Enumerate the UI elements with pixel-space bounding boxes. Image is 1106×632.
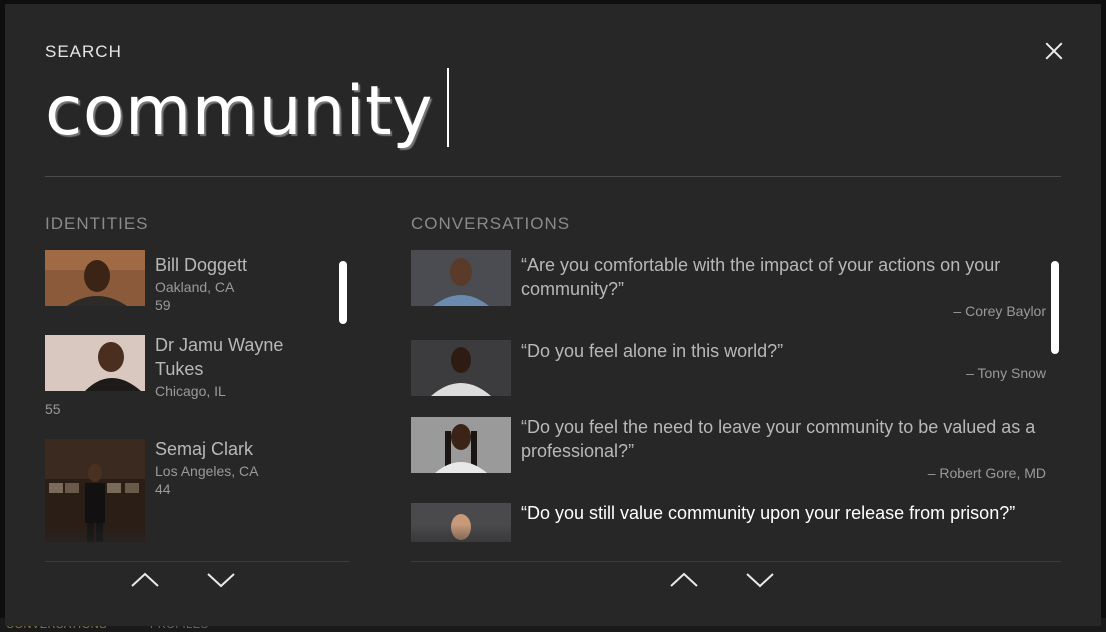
conversation-thumbnail-robert-gore[interactable] (411, 417, 511, 473)
conversation-quote[interactable]: “Do you feel the need to leave your comm… (521, 415, 1041, 463)
conversation-quote[interactable]: “Do you feel alone in this world?” (521, 339, 1041, 363)
conversation-thumbnail-tony-snow[interactable] (411, 340, 511, 396)
conversation-quote[interactable]: “Are you comfortable with the impact of … (521, 253, 1041, 301)
identities-scroll-down-button[interactable] (206, 570, 236, 590)
conversations-scroll-up-button[interactable] (669, 570, 699, 590)
conversations-scrollbar[interactable] (1051, 261, 1059, 354)
search-input[interactable]: community (45, 72, 433, 152)
identity-location: Chicago, IL (155, 383, 226, 399)
conversations-heading: CONVERSATIONS (411, 214, 571, 233)
identity-age: 55 (45, 401, 61, 417)
search-label: SEARCH (45, 42, 122, 61)
close-icon[interactable] (1043, 40, 1065, 62)
conversation-quote[interactable]: “Do you still value community upon your … (521, 501, 1041, 525)
conversation-thumbnail-corey-baylor[interactable] (411, 250, 511, 306)
chevron-down-icon (207, 573, 235, 588)
conversations-bottom-divider (411, 561, 1061, 562)
identity-name[interactable]: Dr Jamu Wayne Tukes (155, 333, 315, 381)
search-modal: SEARCH community IDENTITIES Bill Doggett… (5, 4, 1101, 626)
text-caret (447, 68, 449, 147)
identities-heading: IDENTITIES (45, 214, 149, 233)
identity-name[interactable]: Semaj Clark (155, 437, 315, 461)
conversations-fade (411, 524, 1061, 562)
identity-age: 59 (155, 297, 171, 313)
divider (45, 176, 1061, 177)
identities-list[interactable]: Bill Doggett Oakland, CA 59 Dr Jamu Wayn… (45, 250, 350, 542)
identities-fade (45, 524, 350, 562)
identity-location: Oakland, CA (155, 279, 235, 295)
chevron-up-icon (131, 572, 159, 587)
identity-location: Los Angeles, CA (155, 463, 259, 479)
identity-name[interactable]: Bill Doggett (155, 253, 315, 277)
conversation-author: – Corey Baylor (953, 303, 1046, 319)
conversation-author: – Robert Gore, MD (927, 465, 1046, 481)
identities-scrollbar[interactable] (339, 261, 347, 324)
identities-scroll-up-button[interactable] (130, 570, 160, 590)
conversations-list[interactable]: “Are you comfortable with the impact of … (411, 250, 1061, 542)
identity-thumbnail-jamu-tukes[interactable] (45, 335, 145, 391)
identity-thumbnail-bill-doggett[interactable] (45, 250, 145, 306)
conversation-author: – Tony Snow (966, 365, 1046, 381)
conversations-scroll-down-button[interactable] (745, 570, 775, 590)
chevron-up-icon (670, 572, 698, 587)
identities-bottom-divider (45, 561, 350, 562)
identity-age: 44 (155, 481, 171, 497)
chevron-down-icon (746, 573, 774, 588)
